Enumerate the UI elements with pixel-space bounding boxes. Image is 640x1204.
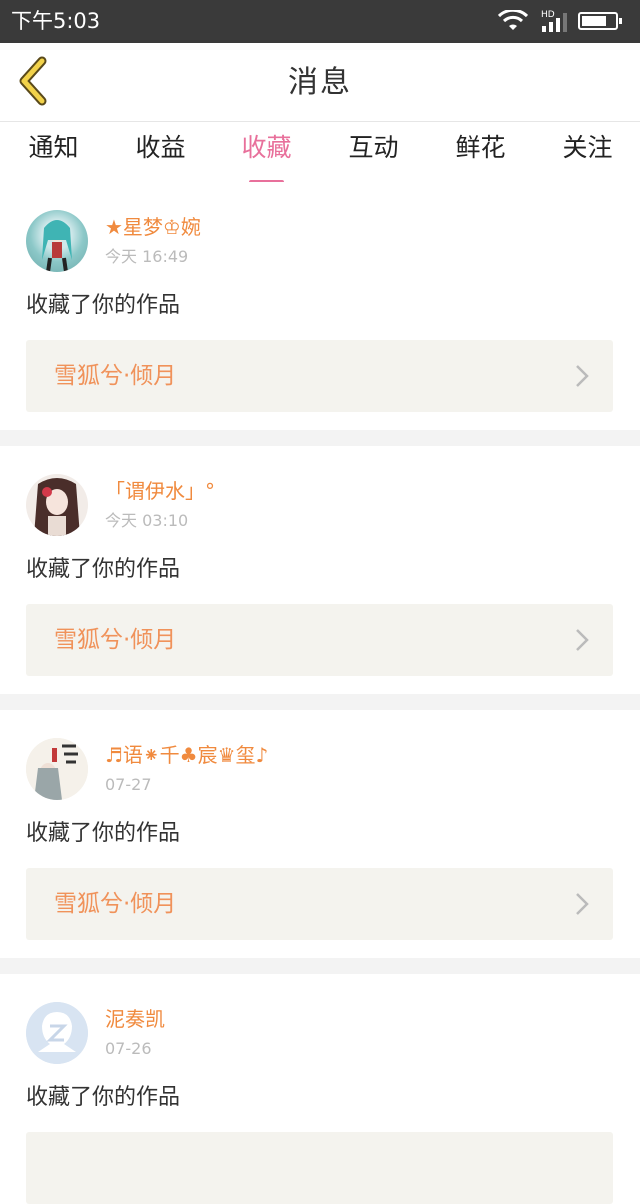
wifi-icon <box>498 10 528 30</box>
timestamp: 今天 16:49 <box>105 247 189 266</box>
status-bar: 下午5:03 HD <box>0 0 640 43</box>
message-list: ★星梦♔婉 今天 16:49 收藏了你的作品 雪狐兮·倾月 「谓伊水」° 今天 … <box>0 182 640 1204</box>
action-text: 收藏了你的作品 <box>26 1085 181 1110</box>
chevron-right-icon <box>576 893 589 915</box>
tab-bar: 通知 收益 收藏 互动 鲜花 关注 <box>0 122 640 184</box>
signal-icon: HD <box>541 10 567 32</box>
username[interactable]: ★星梦♔婉 <box>105 214 201 240</box>
work-title: 雪狐兮·倾月 <box>54 363 177 389</box>
avatar[interactable] <box>26 1002 88 1064</box>
avatar[interactable] <box>26 474 88 536</box>
work-link[interactable] <box>26 1132 613 1204</box>
action-text: 收藏了你的作品 <box>26 557 181 582</box>
work-link[interactable]: 雪狐兮·倾月 <box>26 868 613 940</box>
tab-favorites[interactable]: 收藏 <box>213 132 320 184</box>
separator <box>0 958 640 974</box>
timestamp: 07-26 <box>105 1039 152 1058</box>
separator <box>0 694 640 710</box>
action-text: 收藏了你的作品 <box>26 821 181 846</box>
work-link[interactable]: 雪狐兮·倾月 <box>26 340 613 412</box>
page-title: 消息 <box>288 65 352 100</box>
username[interactable]: 「谓伊水」° <box>105 478 215 504</box>
title-bar: 消息 <box>0 43 640 122</box>
chevron-right-icon <box>576 365 589 387</box>
tab-flowers[interactable]: 鲜花 <box>427 132 534 176</box>
list-item: 「谓伊水」° 今天 03:10 收藏了你的作品 雪狐兮·倾月 <box>0 446 640 694</box>
tab-following[interactable]: 关注 <box>534 132 640 176</box>
status-icons: HD <box>498 8 628 34</box>
battery-icon <box>578 12 622 30</box>
tab-notifications[interactable]: 通知 <box>0 132 107 176</box>
tab-favorites-label: 收藏 <box>241 133 292 162</box>
username[interactable]: ♬语⁕千♣宸♛玺♪ <box>105 742 268 768</box>
timestamp: 07-27 <box>105 775 152 794</box>
tab-interactions[interactable]: 互动 <box>320 132 427 176</box>
svg-text:HD: HD <box>541 10 555 20</box>
work-link[interactable]: 雪狐兮·倾月 <box>26 604 613 676</box>
work-title: 雪狐兮·倾月 <box>54 627 177 653</box>
action-text: 收藏了你的作品 <box>26 293 181 318</box>
status-time: 下午5:03 <box>11 9 101 33</box>
username[interactable]: 泥奏凯 <box>105 1006 165 1032</box>
list-item: ★星梦♔婉 今天 16:49 收藏了你的作品 雪狐兮·倾月 <box>0 182 640 430</box>
list-item: 泥奏凯 07-26 收藏了你的作品 <box>0 974 640 1204</box>
tab-earnings[interactable]: 收益 <box>107 132 214 176</box>
avatar[interactable] <box>26 210 88 272</box>
avatar[interactable] <box>26 738 88 800</box>
separator <box>0 430 640 446</box>
timestamp: 今天 03:10 <box>105 511 189 530</box>
chevron-right-icon <box>576 629 589 651</box>
work-title: 雪狐兮·倾月 <box>54 891 177 917</box>
list-item: ♬语⁕千♣宸♛玺♪ 07-27 收藏了你的作品 雪狐兮·倾月 <box>0 710 640 958</box>
